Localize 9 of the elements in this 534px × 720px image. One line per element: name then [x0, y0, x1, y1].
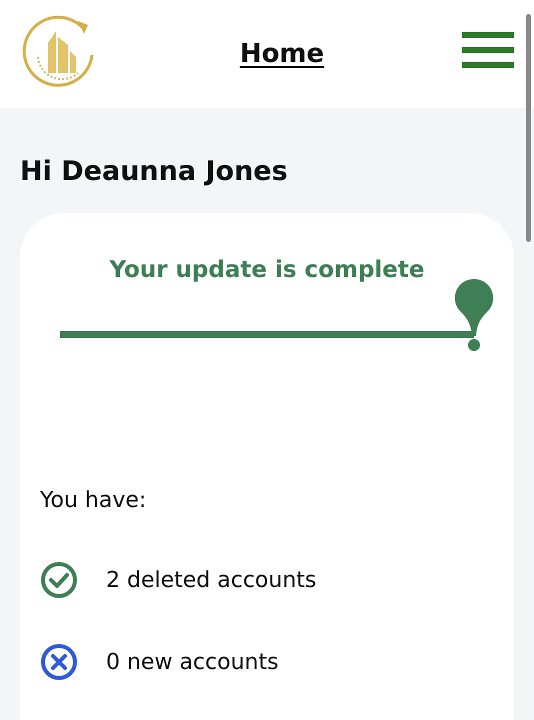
- summary-text: 0 new accounts: [106, 650, 279, 674]
- card-title: Your update is complete: [108, 257, 426, 283]
- summary-text: 2 deleted accounts: [106, 568, 316, 592]
- scrollbar[interactable]: [526, 14, 531, 242]
- cross-circle-icon: [40, 643, 78, 681]
- greeting: Hi Deaunna Jones: [20, 156, 289, 187]
- check-circle-icon: [40, 561, 78, 599]
- page-title: Home: [240, 39, 324, 69]
- summary-intro: You have:: [40, 488, 148, 513]
